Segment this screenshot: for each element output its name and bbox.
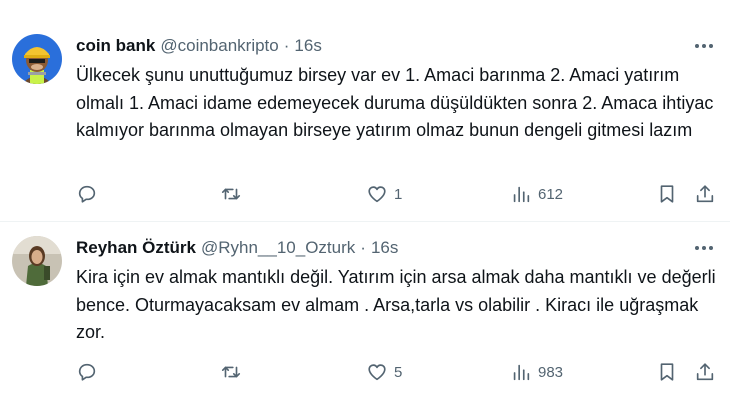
timestamp[interactable]: 16s	[294, 36, 321, 56]
separator-dot: ·	[283, 36, 290, 55]
reply-icon	[78, 363, 96, 381]
tweet[interactable]: Reyhan Öztürk @Ryhn__10_Ozturk · 16s Kir…	[0, 222, 730, 420]
retweet-icon	[221, 366, 241, 378]
action-bar: 5 983	[76, 358, 718, 386]
retweet-button[interactable]	[220, 358, 248, 386]
like-icon	[368, 186, 386, 203]
like-icon	[368, 364, 386, 381]
bookmark-icon	[660, 185, 674, 203]
avatar[interactable]	[12, 34, 62, 84]
tweet[interactable]: coin bank @coinbankripto · 16s Ülkecek ş…	[0, 0, 730, 222]
more-icon	[695, 44, 713, 48]
bookmark-button[interactable]	[656, 180, 678, 208]
bookmark-button[interactable]	[656, 358, 678, 386]
avatar[interactable]	[12, 236, 62, 286]
views-button[interactable]: 983	[510, 358, 563, 386]
timestamp[interactable]: 16s	[371, 238, 398, 258]
tweet-text: Ülkecek şunu unuttuğumuz birsey var ev 1…	[76, 65, 714, 140]
action-bar: 1 612	[76, 180, 718, 208]
retweet-icon	[221, 188, 241, 200]
more-button[interactable]	[690, 236, 718, 260]
share-button[interactable]	[694, 358, 716, 386]
reply-button[interactable]	[76, 358, 104, 386]
share-icon	[696, 185, 714, 203]
user-handle[interactable]: @Ryhn__10_Ozturk	[201, 238, 355, 258]
bookmark-icon	[660, 363, 674, 381]
like-button[interactable]: 1	[366, 180, 402, 208]
reply-button[interactable]	[76, 180, 104, 208]
reply-icon	[78, 185, 96, 203]
tweet-header: coin bank @coinbankripto · 16s	[76, 34, 322, 58]
avatar-image	[12, 236, 62, 286]
user-handle[interactable]: @coinbankripto	[160, 36, 278, 56]
like-count: 5	[394, 363, 403, 381]
share-icon	[696, 363, 714, 381]
more-icon	[695, 246, 713, 250]
retweet-button[interactable]	[220, 180, 248, 208]
tweet-text: Kira için ev almak mantıklı değil. Yatır…	[76, 267, 716, 342]
separator-dot: ·	[360, 238, 366, 257]
display-name[interactable]: coin bank	[76, 36, 155, 56]
display-name[interactable]: Reyhan Öztürk	[76, 238, 196, 258]
views-icon	[513, 186, 530, 203]
like-button[interactable]: 5	[366, 358, 402, 386]
share-button[interactable]	[694, 180, 716, 208]
like-count: 1	[394, 185, 403, 203]
views-count: 612	[538, 185, 564, 203]
views-icon	[513, 364, 530, 381]
avatar-image	[12, 34, 62, 84]
views-button[interactable]: 612	[510, 180, 563, 208]
tweet-header: Reyhan Öztürk @Ryhn__10_Ozturk · 16s	[76, 236, 398, 260]
views-count: 983	[538, 363, 564, 381]
more-button[interactable]	[690, 34, 718, 58]
